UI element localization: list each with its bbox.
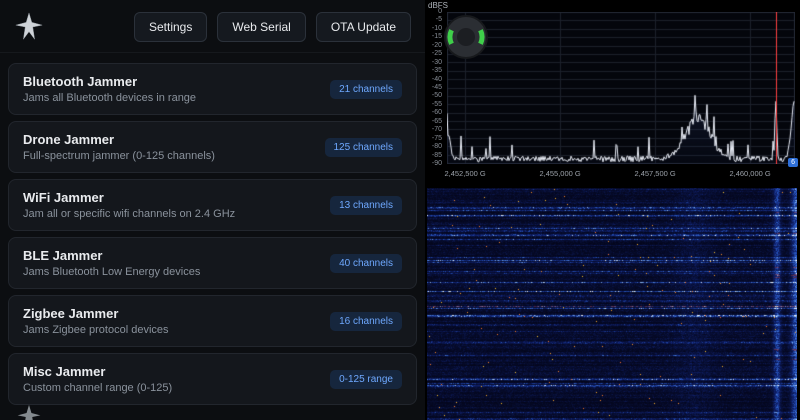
channel-count-badge: 21 channels: [330, 79, 402, 99]
jammer-card-drone[interactable]: Drone Jammer Full-spectrum jammer (0-125…: [8, 121, 417, 173]
db-tick-label: -20: [431, 41, 442, 49]
channel-count-badge: 0-125 range: [330, 369, 402, 389]
jammer-title: Misc Jammer: [23, 364, 106, 379]
jammer-description: Custom channel range (0-125): [23, 382, 173, 394]
db-tick-label: -55: [431, 100, 442, 108]
db-tick-label: -50: [431, 92, 442, 100]
db-tick-label: -10: [431, 24, 442, 32]
db-tick-label: -15: [431, 33, 442, 41]
fft-spectrum-canvas[interactable]: [447, 12, 795, 164]
gain-knob[interactable]: [443, 14, 489, 60]
jammer-card-bluetooth[interactable]: Bluetooth Jammer Jams all Bluetooth devi…: [8, 63, 417, 115]
db-tick-label: -45: [431, 84, 442, 91]
jammer-title: WiFi Jammer: [23, 190, 104, 205]
jammer-description: Jams Bluetooth Low Energy devices: [23, 266, 201, 278]
freq-tick-label: 2,452,500 G: [444, 169, 486, 178]
jammer-card-ble[interactable]: BLE Jammer Jams Bluetooth Low Energy dev…: [8, 237, 417, 289]
jammer-description: Full-spectrum jammer (0-125 channels): [23, 150, 215, 162]
fft-badge: 6: [788, 158, 798, 167]
jammer-title: Bluetooth Jammer: [23, 74, 138, 89]
channel-count-badge: 125 channels: [324, 137, 402, 157]
sdr-panel: dBFS 0 -5 -10 -15 -20 -25 -30 -35 -40 -45 -50 -55 -6…: [425, 0, 800, 420]
freq-tick-label: 2,460,000 G: [729, 169, 771, 178]
jammer-title: BLE Jammer: [23, 248, 103, 263]
web-serial-button[interactable]: Web Serial: [217, 12, 306, 42]
freq-tick-label: 2,455,000 G: [539, 169, 581, 178]
db-tick-label: -60: [431, 109, 442, 117]
footer-logo-icon: [17, 404, 41, 420]
db-tick-label: -75: [431, 134, 442, 142]
channel-count-badge: 13 channels: [330, 195, 402, 215]
waterfall-display[interactable]: [427, 188, 797, 420]
db-tick-label: 0: [438, 8, 442, 15]
db-tick-label: -65: [431, 117, 442, 125]
db-tick-label: -90: [431, 160, 442, 167]
db-tick-label: -35: [431, 67, 442, 75]
freq-tick-label: 2,457,500 G: [634, 169, 676, 178]
app-root: Settings Web Serial OTA Update Bluetooth…: [0, 0, 800, 420]
jammer-title: Zigbee Jammer: [23, 306, 119, 321]
ota-update-button[interactable]: OTA Update: [315, 12, 411, 42]
db-tick-label: -85: [431, 151, 442, 159]
app-logo-icon: [15, 12, 43, 40]
jammer-panel: Settings Web Serial OTA Update Bluetooth…: [0, 0, 425, 420]
header-buttons: Settings Web Serial OTA Update: [134, 12, 411, 42]
db-tick-label: -25: [431, 50, 442, 58]
jammer-card-wifi[interactable]: WiFi Jammer Jam all or specific wifi cha…: [8, 179, 417, 231]
db-axis: 0 -5 -10 -15 -20 -25 -30 -35 -40 -45 -50 -55 -60 -65-…: [425, 8, 445, 167]
jammer-description: Jam all or specific wifi channels on 2.4…: [23, 208, 236, 220]
header: Settings Web Serial OTA Update: [0, 0, 425, 53]
db-tick-label: -30: [431, 58, 442, 66]
jammer-card-misc[interactable]: Misc Jammer Custom channel range (0-125)…: [8, 353, 417, 405]
jammer-description: Jams Zigbee protocol devices: [23, 324, 169, 336]
db-tick-label: -80: [431, 143, 442, 151]
db-tick-label: -40: [431, 75, 442, 83]
frequency-axis: 2,452,500 G 2,455,000 G 2,457,500 G 2,460,0…: [444, 169, 795, 181]
channel-count-badge: 40 channels: [330, 253, 402, 273]
jammer-list: Bluetooth Jammer Jams all Bluetooth devi…: [0, 53, 425, 415]
jammer-card-zigbee[interactable]: Zigbee Jammer Jams Zigbee protocol devic…: [8, 295, 417, 347]
db-tick-label: -70: [431, 126, 442, 134]
jammer-description: Jams all Bluetooth devices in range: [23, 92, 197, 104]
jammer-title: Drone Jammer: [23, 132, 115, 147]
settings-button[interactable]: Settings: [134, 12, 208, 42]
channel-count-badge: 16 channels: [330, 311, 402, 331]
db-tick-label: -5: [435, 16, 442, 24]
